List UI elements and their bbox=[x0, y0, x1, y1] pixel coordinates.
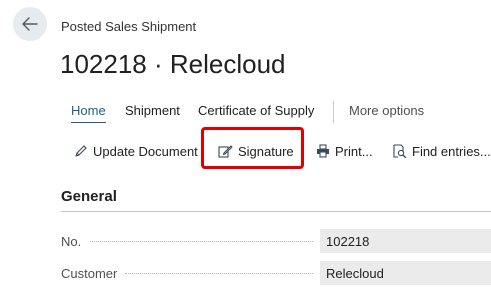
signature-highlight-box bbox=[201, 127, 304, 169]
section-title-general: General bbox=[61, 188, 117, 205]
field-row-customer: Customer Relecloud bbox=[0, 261, 491, 285]
back-button[interactable] bbox=[13, 7, 47, 41]
printer-icon bbox=[317, 144, 329, 158]
section-divider bbox=[61, 211, 491, 212]
field-label-customer: Customer bbox=[61, 266, 118, 281]
tab-home[interactable]: Home bbox=[71, 103, 106, 123]
print-button[interactable]: Print... bbox=[316, 142, 373, 160]
find-entries-icon bbox=[393, 144, 407, 158]
page-caption: Posted Sales Shipment bbox=[61, 19, 197, 34]
field-leader-dots bbox=[90, 241, 313, 242]
page-title: 102218 · Relecloud bbox=[60, 49, 286, 79]
field-leader-dots bbox=[125, 273, 313, 274]
field-value-customer[interactable]: Relecloud bbox=[320, 261, 491, 285]
arrow-left-icon bbox=[22, 17, 38, 31]
tab-certificate-of-supply[interactable]: Certificate of Supply bbox=[198, 103, 314, 118]
tab-more-options[interactable]: More options bbox=[349, 103, 424, 118]
update-document-button[interactable]: Update Document bbox=[74, 142, 198, 160]
field-value-no[interactable]: 102218 bbox=[320, 229, 491, 253]
pencil-icon bbox=[75, 145, 87, 157]
update-document-label: Update Document bbox=[93, 143, 198, 159]
tab-divider bbox=[333, 101, 334, 123]
field-label-no: No. bbox=[61, 234, 82, 249]
find-entries-label: Find entries... bbox=[412, 143, 491, 159]
action-tabs: Home Shipment Certificate of Supply More… bbox=[0, 101, 491, 123]
find-entries-button[interactable]: Find entries... bbox=[392, 142, 491, 160]
tab-shipment[interactable]: Shipment bbox=[125, 103, 180, 118]
field-row-no: No. 102218 bbox=[0, 229, 491, 253]
print-label: Print... bbox=[335, 143, 373, 159]
